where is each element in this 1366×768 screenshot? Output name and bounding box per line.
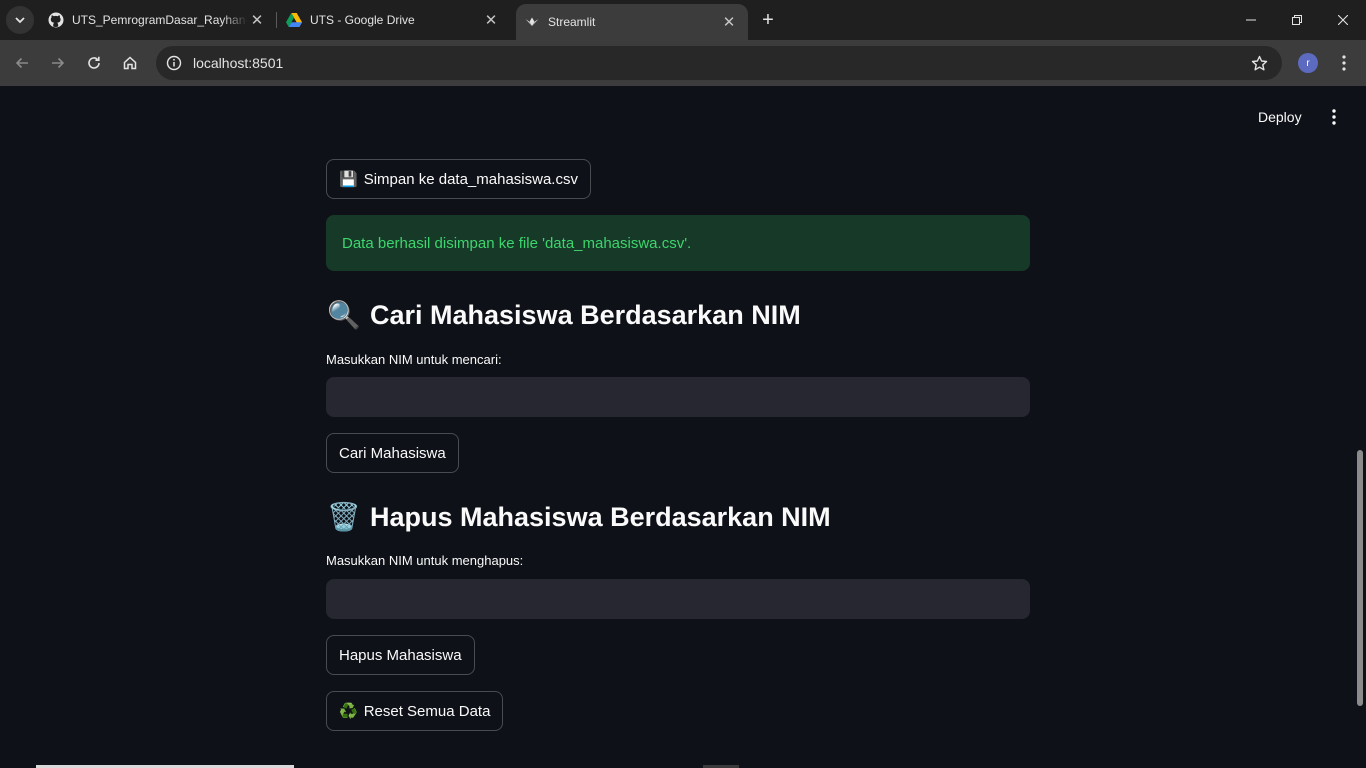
browser-menu-button[interactable] <box>1332 49 1356 77</box>
home-icon <box>123 56 137 70</box>
home-button[interactable] <box>114 47 146 79</box>
tab-search-button[interactable] <box>6 6 34 34</box>
google-drive-icon <box>286 12 302 28</box>
delete-student-button-label: Hapus Mahasiswa <box>339 646 462 664</box>
arrow-right-icon <box>52 57 65 69</box>
search-student-button-label: Cari Mahasiswa <box>339 444 446 462</box>
restore-button[interactable] <box>1274 0 1320 40</box>
close-icon[interactable]: ✕ <box>720 13 738 31</box>
delete-heading-text: Hapus Mahasiswa Berdasarkan NIM <box>370 501 831 532</box>
reset-all-button[interactable]: ♻️ Reset Semua Data <box>326 691 504 731</box>
search-nim-input[interactable] <box>326 377 1030 417</box>
tab-title: UTS - Google Drive <box>310 13 415 27</box>
main-menu-button[interactable] <box>1324 106 1344 128</box>
url-text: localhost:8501 <box>193 55 284 71</box>
deploy-button[interactable]: Deploy <box>1258 106 1302 128</box>
delete-heading: 🗑️ Hapus Mahasiswa Berdasarkan NIM <box>326 497 831 537</box>
address-bar[interactable]: localhost:8501 <box>156 46 1282 80</box>
github-icon <box>48 12 64 28</box>
recycle-icon: ♻️ <box>339 703 358 720</box>
tab-divider <box>276 12 277 28</box>
tab-title: Streamlit <box>548 15 596 29</box>
more-vertical-icon <box>1342 55 1346 71</box>
streamlit-icon <box>524 14 540 30</box>
minimize-button[interactable] <box>1228 0 1274 40</box>
close-window-button[interactable] <box>1320 0 1366 40</box>
new-tab-button[interactable]: + <box>756 8 780 32</box>
trash-icon: 🗑️ <box>327 502 361 532</box>
search-input-label: Masukkan NIM untuk mencari: <box>326 352 502 367</box>
delete-input-label: Masukkan NIM untuk menghapus: <box>326 553 524 568</box>
reload-button[interactable] <box>78 47 110 79</box>
more-vertical-icon <box>1332 109 1336 125</box>
search-student-button[interactable]: Cari Mahasiswa <box>326 433 459 473</box>
tab-google-drive[interactable]: UTS - Google Drive ✕ <box>278 0 510 40</box>
close-icon <box>1338 15 1348 25</box>
site-info-icon[interactable] <box>163 52 185 74</box>
close-icon[interactable]: ✕ <box>248 11 266 29</box>
streamlit-app: Deploy 💾 Simpan ke data_mahasiswa.csv Da… <box>0 86 1366 768</box>
restore-icon <box>1292 15 1302 25</box>
arrow-left-icon <box>15 57 28 69</box>
search-heading: 🔍 Cari Mahasiswa Berdasarkan NIM <box>326 295 801 335</box>
save-csv-button-label: Simpan ke data_mahasiswa.csv <box>363 170 578 188</box>
minimize-icon <box>1246 19 1256 21</box>
back-button[interactable] <box>6 47 38 79</box>
tab-title: UTS_PemrogramDasar_Rayhan- <box>72 13 248 27</box>
chevron-down-icon <box>15 17 25 24</box>
delete-student-button[interactable]: Hapus Mahasiswa <box>326 635 475 675</box>
reload-icon <box>88 56 100 69</box>
close-icon[interactable]: ✕ <box>482 11 500 29</box>
floppy-disk-icon: 💾 <box>339 171 358 188</box>
tab-streamlit[interactable]: Streamlit ✕ <box>516 4 748 40</box>
search-heading-text: Cari Mahasiswa Berdasarkan NIM <box>370 299 801 330</box>
magnifier-icon: 🔍 <box>327 300 361 330</box>
delete-nim-input[interactable] <box>326 579 1030 619</box>
bookmark-star-icon[interactable] <box>1250 54 1268 72</box>
browser-toolbar: localhost:8501 r <box>0 40 1366 86</box>
tab-github[interactable]: UTS_PemrogramDasar_Rayhan- ✕ <box>40 0 276 40</box>
profile-avatar[interactable]: r <box>1298 53 1318 73</box>
forward-button[interactable] <box>42 47 74 79</box>
save-csv-button[interactable]: 💾 Simpan ke data_mahasiswa.csv <box>326 159 591 199</box>
plus-icon: + <box>762 8 774 31</box>
success-message: Data berhasil disimpan ke file 'data_mah… <box>342 234 692 252</box>
reset-all-button-label: Reset Semua Data <box>363 702 491 720</box>
success-alert: Data berhasil disimpan ke file 'data_mah… <box>326 215 1030 271</box>
scrollbar-thumb[interactable] <box>1357 450 1363 706</box>
browser-tab-strip: UTS_PemrogramDasar_Rayhan- ✕ UTS - Googl… <box>0 0 1366 40</box>
